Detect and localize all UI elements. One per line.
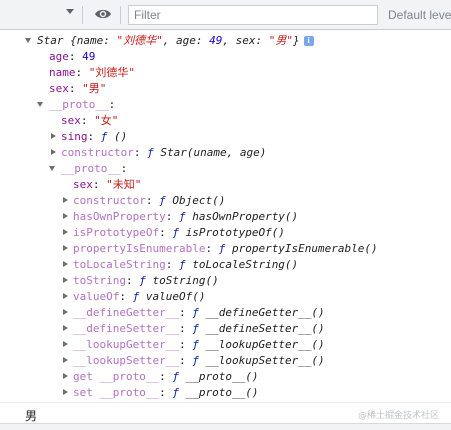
context-dropdown-arrow-icon[interactable] bbox=[66, 9, 74, 14]
collapsed-triangle-icon[interactable] bbox=[63, 213, 68, 219]
toolbar-divider bbox=[120, 6, 121, 24]
property-row: sex: "未知" bbox=[73, 178, 142, 191]
collapsed-triangle-icon[interactable] bbox=[63, 389, 68, 395]
console-toolbar: Default levels bbox=[0, 0, 451, 30]
collapsed-triangle-icon[interactable] bbox=[51, 133, 56, 139]
object-root-row[interactable]: Star {name: "刘德华", age: 49, sex: "男"} i bbox=[25, 33, 314, 48]
collapsed-triangle-icon[interactable] bbox=[63, 245, 68, 251]
collapsed-triangle-icon[interactable] bbox=[63, 341, 68, 347]
property-row: sex: "女" bbox=[61, 114, 119, 127]
method-row[interactable]: isPrototypeOf: ƒ isPrototypeOf() bbox=[61, 225, 285, 240]
method-row[interactable]: __defineGetter__: ƒ __defineGetter__() bbox=[61, 305, 325, 320]
method-row[interactable]: sing: ƒ () bbox=[49, 129, 127, 144]
method-row[interactable]: toString: ƒ toString() bbox=[61, 273, 219, 288]
collapsed-triangle-icon[interactable] bbox=[63, 229, 68, 235]
collapsed-triangle-icon[interactable] bbox=[63, 357, 68, 363]
collapsed-triangle-icon[interactable] bbox=[51, 149, 56, 155]
method-row[interactable]: __lookupSetter__: ƒ __lookupSetter__() bbox=[61, 353, 325, 368]
console-result-row: 男 @稀土掘金技术社区 bbox=[0, 402, 451, 423]
console-result-text: 男 bbox=[25, 409, 38, 423]
info-icon[interactable]: i bbox=[303, 36, 314, 46]
collapsed-triangle-icon[interactable] bbox=[63, 197, 68, 203]
collapsed-triangle-icon[interactable] bbox=[63, 277, 68, 283]
property-row: sex: "男" bbox=[49, 82, 107, 95]
collapsed-triangle-icon[interactable] bbox=[63, 293, 68, 299]
method-row[interactable]: get __proto__: ƒ __proto__() bbox=[61, 369, 258, 384]
expand-triangle-icon[interactable] bbox=[49, 166, 55, 171]
filter-input[interactable] bbox=[128, 5, 378, 25]
collapsed-triangle-icon[interactable] bbox=[63, 309, 68, 315]
proto-row[interactable]: __proto__: bbox=[37, 97, 115, 112]
log-levels-dropdown[interactable]: Default levels bbox=[388, 8, 451, 22]
method-row[interactable]: valueOf: ƒ valueOf() bbox=[61, 289, 205, 304]
method-row[interactable]: propertyIsEnumerable: ƒ propertyIsEnumer… bbox=[61, 241, 378, 256]
method-row[interactable]: __defineSetter__: ƒ __defineSetter__() bbox=[61, 321, 325, 336]
eye-icon[interactable] bbox=[94, 7, 112, 21]
collapsed-triangle-icon[interactable] bbox=[63, 261, 68, 267]
property-row: age: 49 bbox=[49, 50, 96, 63]
proto-row[interactable]: __proto__: bbox=[49, 161, 127, 176]
method-row[interactable]: toLocaleString: ƒ toLocaleString() bbox=[61, 257, 298, 272]
property-row: name: "刘德华" bbox=[49, 66, 135, 79]
method-row[interactable]: __lookupGetter__: ƒ __lookupGetter__() bbox=[61, 337, 325, 352]
toolbar-divider bbox=[82, 6, 83, 24]
method-row[interactable]: set __proto__: ƒ __proto__() bbox=[61, 385, 258, 400]
method-row[interactable]: hasOwnProperty: ƒ hasOwnProperty() bbox=[61, 209, 298, 224]
watermark: @稀土掘金技术社区 bbox=[357, 411, 439, 421]
collapsed-triangle-icon[interactable] bbox=[63, 325, 68, 331]
method-row[interactable]: constructor: ƒ Object() bbox=[61, 193, 225, 208]
collapsed-triangle-icon[interactable] bbox=[63, 373, 68, 379]
expand-triangle-icon[interactable] bbox=[37, 102, 43, 107]
method-row[interactable]: constructor: ƒ Star(uname, age) bbox=[49, 145, 266, 160]
expand-triangle-icon[interactable] bbox=[25, 38, 31, 43]
